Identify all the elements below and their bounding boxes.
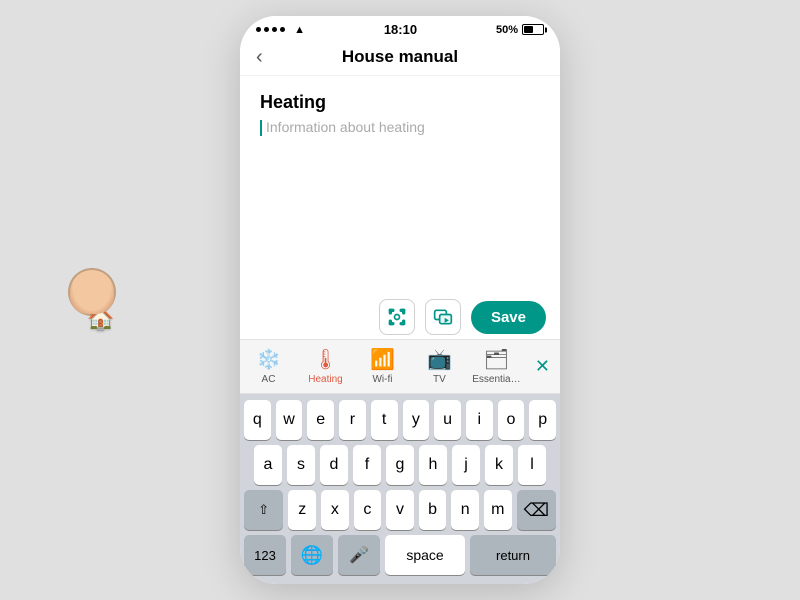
key-shift[interactable]: ⇧	[244, 490, 283, 530]
battery-icon	[522, 24, 544, 35]
key-c[interactable]: c	[354, 490, 382, 530]
key-k[interactable]: k	[485, 445, 513, 485]
key-v[interactable]: v	[386, 490, 414, 530]
signal-dot-2	[264, 27, 269, 32]
key-w[interactable]: w	[276, 400, 303, 440]
nav-bar: ‹ House manual	[240, 41, 560, 76]
key-o[interactable]: o	[498, 400, 525, 440]
wifi-icon: ▲	[294, 24, 305, 36]
avatar-area: 🏠	[68, 268, 116, 332]
key-g[interactable]: g	[386, 445, 414, 485]
key-r[interactable]: r	[339, 400, 366, 440]
signal-dot-1	[256, 27, 261, 32]
key-q[interactable]: q	[244, 400, 271, 440]
back-button[interactable]: ‹	[256, 47, 263, 67]
key-l[interactable]: l	[518, 445, 546, 485]
key-microphone[interactable]: 🎤	[338, 535, 380, 575]
key-z[interactable]: z	[288, 490, 316, 530]
keyboard-row-3: ⇧ z x c v b n m ⌫	[244, 490, 556, 530]
battery-percent: 50%	[496, 24, 518, 36]
heating-icon: 🌡	[313, 348, 338, 372]
category-tv[interactable]: 📺 TV	[411, 344, 468, 389]
camera-scan-button[interactable]	[379, 299, 415, 335]
phone-frame: ▲ 18:10 50% ‹ House manual Heating Infor…	[240, 16, 560, 584]
category-close-button[interactable]: ✕	[525, 352, 560, 381]
key-delete[interactable]: ⌫	[517, 490, 556, 530]
key-t[interactable]: t	[371, 400, 398, 440]
battery-area: 50%	[496, 24, 544, 36]
category-wifi[interactable]: 📶 Wi-fi	[354, 344, 411, 389]
status-bar: ▲ 18:10 50%	[240, 16, 560, 41]
media-button[interactable]	[425, 299, 461, 335]
keyboard: q w e r t y u i o p a s d f g h j k	[240, 394, 560, 584]
ac-label: AC	[262, 374, 276, 385]
key-x[interactable]: x	[321, 490, 349, 530]
key-i[interactable]: i	[466, 400, 493, 440]
avatar	[68, 268, 116, 316]
page-title: House manual	[342, 47, 458, 67]
key-return[interactable]: return	[470, 535, 556, 575]
text-input-area[interactable]: Information about heating	[260, 119, 540, 136]
content-area: Heating Information about heating	[240, 76, 560, 293]
key-h[interactable]: h	[419, 445, 447, 485]
key-s[interactable]: s	[287, 445, 315, 485]
signal-area: ▲	[256, 24, 305, 36]
wifi-label: Wi-fi	[372, 374, 392, 385]
key-d[interactable]: d	[320, 445, 348, 485]
category-heating[interactable]: 🌡 Heating	[297, 344, 354, 389]
key-globe[interactable]: 🌐	[291, 535, 333, 575]
tv-label: TV	[433, 374, 446, 385]
wifi-cat-icon: 📶	[370, 348, 395, 372]
keyboard-row-1: q w e r t y u i o p	[244, 400, 556, 440]
key-y[interactable]: y	[403, 400, 430, 440]
status-time: 18:10	[384, 22, 417, 37]
key-b[interactable]: b	[419, 490, 447, 530]
section-title: Heating	[260, 92, 540, 113]
key-j[interactable]: j	[452, 445, 480, 485]
key-f[interactable]: f	[353, 445, 381, 485]
category-essentials[interactable]: 🗂 Essentia…	[468, 344, 525, 389]
avatar-face	[70, 270, 114, 314]
key-e[interactable]: e	[307, 400, 334, 440]
content-placeholder: Information about heating	[266, 119, 425, 135]
signal-dot-4	[280, 27, 285, 32]
key-space[interactable]: space	[385, 535, 465, 575]
key-n[interactable]: n	[451, 490, 479, 530]
save-button[interactable]: Save	[471, 301, 546, 334]
key-m[interactable]: m	[484, 490, 512, 530]
text-cursor	[260, 120, 262, 136]
ac-icon: ❄️	[256, 348, 281, 372]
signal-dot-3	[272, 27, 277, 32]
heating-label: Heating	[308, 374, 342, 385]
toolbar-row: Save	[240, 293, 560, 339]
key-a[interactable]: a	[254, 445, 282, 485]
category-ac[interactable]: ❄️ AC	[240, 344, 297, 389]
category-bar: ❄️ AC 🌡 Heating 📶 Wi-fi 📺 TV 🗂 Essentia……	[240, 339, 560, 394]
battery-fill	[524, 26, 533, 33]
key-u[interactable]: u	[434, 400, 461, 440]
essentials-icon: 🗂	[484, 348, 509, 372]
essentials-label: Essentia…	[472, 374, 520, 385]
tv-icon: 📺	[427, 348, 452, 372]
key-p[interactable]: p	[529, 400, 556, 440]
keyboard-row-2: a s d f g h j k l	[244, 445, 556, 485]
key-numbers[interactable]: 123	[244, 535, 286, 575]
keyboard-row-bottom: 123 🌐 🎤 space return	[244, 535, 556, 575]
